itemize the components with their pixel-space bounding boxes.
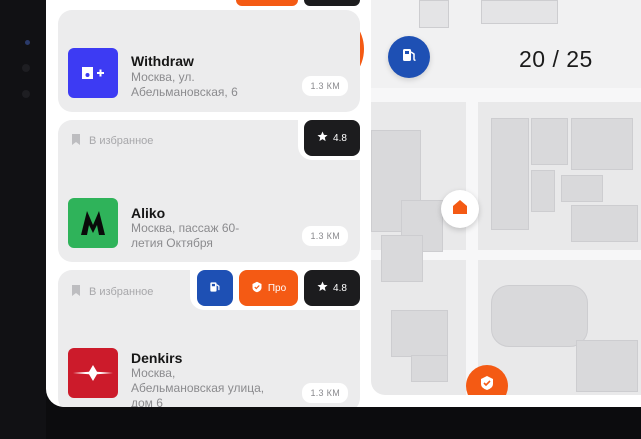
results-counter: 20 / 25 — [519, 46, 593, 72]
place-name[interactable]: Aliko — [131, 205, 165, 221]
place-card[interactable]: Withdraw Москва, ул. Абельмановская, 6 1… — [58, 10, 360, 112]
distance-badge: 1.3 КМ — [302, 383, 348, 403]
place-name[interactable]: Withdraw — [131, 53, 194, 69]
map-view[interactable] — [371, 0, 641, 395]
map-building — [491, 285, 588, 347]
map-building — [381, 235, 423, 282]
map-building — [576, 340, 638, 392]
rating-badge[interactable] — [304, 0, 360, 6]
place-address: Москва, Абельмановская улица, дом 6 — [131, 366, 265, 407]
rating-value: 4.8 — [333, 282, 347, 294]
distance-badge: 1.3 КМ — [302, 76, 348, 96]
place-address: Москва, пассаж 60-летия Октября — [131, 221, 240, 250]
fuel-pump-icon — [208, 280, 222, 297]
map-building — [531, 118, 568, 165]
star-icon — [317, 131, 328, 145]
denkirs-logo-icon — [68, 348, 118, 398]
star-icon — [317, 281, 328, 295]
pro-badge[interactable] — [236, 0, 298, 6]
fuel-pump-icon — [400, 46, 418, 69]
map-building — [571, 205, 638, 242]
sensor-dot — [22, 90, 30, 98]
place-address: Москва, ул. Абельмановская, 6 — [131, 70, 238, 99]
map-building — [491, 118, 529, 230]
bookmark-icon — [71, 133, 81, 149]
favorite-toggle[interactable]: В избранное — [71, 133, 153, 149]
place-card[interactable]: В избранное 4.8 Aliko Москва, пассаж 60-… — [58, 120, 360, 262]
map-building — [571, 118, 633, 170]
withdraw-logo-icon — [68, 48, 118, 98]
device-bezel — [0, 0, 46, 439]
app-screen: 20 / 25 Withdraw Москва, ул. Абельмановс… — [46, 0, 641, 407]
map-road — [371, 88, 641, 102]
home-pin[interactable] — [441, 190, 479, 228]
map-building — [561, 175, 603, 202]
rating-badge[interactable]: 4.8 — [304, 270, 360, 306]
favorite-label: В избранное — [89, 286, 154, 298]
sensor-dot — [22, 64, 30, 72]
map-building — [531, 170, 555, 212]
home-icon — [451, 198, 469, 221]
places-list[interactable]: Withdraw Москва, ул. Абельмановская, 6 1… — [58, 0, 360, 407]
place-card[interactable]: В избранное Про 4.8 Denkirs Москва, Абел… — [58, 270, 360, 407]
distance-badge: 1.3 КМ — [302, 226, 348, 246]
map-building — [419, 0, 449, 28]
fuel-badge[interactable] — [197, 270, 233, 306]
favorite-toggle[interactable]: В избранное — [71, 284, 153, 300]
camera-dot — [25, 40, 30, 45]
map-building — [411, 355, 448, 382]
partner-pin[interactable] — [466, 365, 508, 395]
pro-label: Про — [267, 282, 287, 294]
map-road — [466, 88, 478, 395]
fuel-station-pin[interactable] — [388, 36, 430, 78]
check-shield-icon — [479, 375, 495, 395]
map-building — [481, 0, 558, 24]
check-shield-icon — [251, 281, 263, 296]
rating-value: 4.8 — [333, 132, 347, 144]
rating-badge[interactable]: 4.8 — [304, 120, 360, 156]
favorite-label: В избранное — [89, 135, 154, 147]
tablet-device: 20 / 25 Withdraw Москва, ул. Абельмановс… — [0, 0, 641, 439]
place-name[interactable]: Denkirs — [131, 350, 182, 366]
bookmark-icon — [71, 284, 81, 300]
pro-badge[interactable]: Про — [239, 270, 298, 306]
aliko-logo-icon — [68, 198, 118, 248]
map-building — [391, 310, 448, 357]
